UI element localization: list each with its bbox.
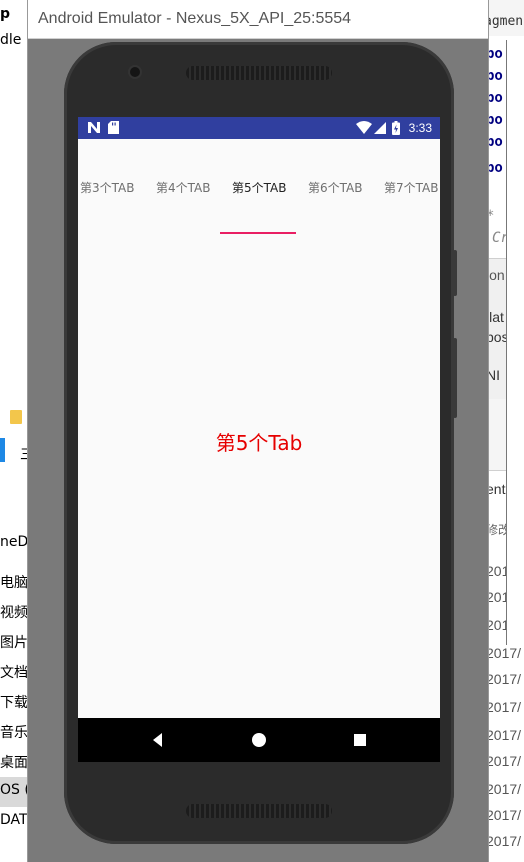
status-bar: 3:33 [78,117,440,139]
back-icon[interactable] [148,730,168,750]
bg-file-date: 2017/ [486,833,522,849]
volume-button[interactable] [453,338,457,418]
bg-left-text[interactable]: neD [0,534,28,550]
power-button[interactable] [453,250,457,296]
bg-left-text[interactable]: 下载 [0,692,28,712]
code-scroll-pane [506,40,524,645]
tab-strip: 第3个TAB 第4个TAB 第5个TAB 第6个TAB 第7个TAB [78,175,440,203]
bg-left-text[interactable]: 电脑 [0,572,28,592]
tab-7[interactable]: 第7个TAB [384,179,438,196]
selection-marker [0,438,5,462]
phone-frame: 3:33 第3个TAB 第4个TAB 第5个TAB 第6个TAB 第7个TAB … [64,42,457,844]
tab-4[interactable]: 第4个TAB [156,179,210,196]
bg-left-text[interactable]: 音乐 [0,722,28,742]
top-speaker [186,66,332,80]
tab-3[interactable]: 第3个TAB [80,179,134,196]
bg-file-date: 2017/ [486,807,522,823]
bg-left-text[interactable]: OS ( [0,782,30,798]
background-right-window: agmen po po po po po po * Cr ion llat po… [486,0,524,862]
bg-file-date: 2017/ [486,753,522,769]
folder-icon [10,410,22,424]
battery-icon [392,121,400,135]
device-screen[interactable]: 3:33 第3个TAB 第4个TAB 第5个TAB 第6个TAB 第7个TAB … [78,117,440,762]
background-left-window: p dle 三 neD 电脑 视频 图片 文档 下载 音乐 桌面 OS ( DA… [0,0,34,862]
bg-left-text[interactable]: 视频 [0,602,28,622]
n-notification-icon [88,122,100,133]
tab-indicator [220,232,296,234]
bg-left-text[interactable]: 图片 [0,632,28,652]
bg-left-text[interactable]: 桌面 [0,752,28,772]
navigation-bar [78,718,440,762]
status-time: 3:33 [408,121,432,135]
bg-file-date: 2017/ [486,699,522,715]
recents-icon[interactable] [350,730,370,750]
bg-file-date: 2017/ [486,671,522,687]
bg-right-text: agmen [486,14,524,29]
bg-file-date: 2017/ [486,645,522,661]
bg-left-text: p [0,6,11,22]
tab-content-text: 第5个Tab [215,431,303,455]
wifi-icon [356,121,372,134]
home-icon[interactable] [249,730,269,750]
emulator-title-bar[interactable]: Android Emulator - Nexus_5X_API_25:5554 [28,0,488,39]
bg-left-text: dle [0,32,22,48]
window-title: Android Emulator - Nexus_5X_API_25:5554 [38,10,352,27]
bottom-speaker [186,804,332,818]
emulator-window: Android Emulator - Nexus_5X_API_25:5554 [27,0,489,862]
bg-left-text[interactable]: DAT [0,812,28,828]
tab-6[interactable]: 第6个TAB [308,179,362,196]
signal-icon [374,122,386,134]
front-camera-icon [130,67,140,77]
bg-left-text[interactable]: 文档 [0,662,28,682]
bg-file-date: 2017/ [486,781,522,797]
tab-5[interactable]: 第5个TAB [232,179,286,196]
sd-card-icon [108,121,119,134]
bg-file-date: 2017/ [486,727,522,743]
